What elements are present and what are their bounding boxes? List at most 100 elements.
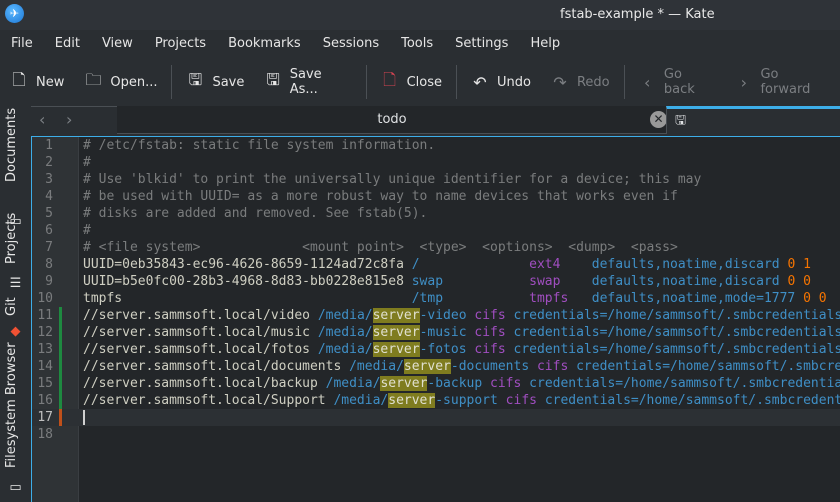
line-text: # be used with UUID= as a more robust wa… bbox=[83, 188, 678, 205]
search-highlight: server bbox=[380, 376, 428, 391]
go-forward-button[interactable]: › Go forward bbox=[725, 62, 840, 102]
code-token: /media/ bbox=[325, 376, 381, 391]
line-text: # <file system> <mount point> <type> <op… bbox=[83, 239, 678, 256]
line-text: # disks are added and removed. See fstab… bbox=[83, 205, 427, 222]
menu-view[interactable]: View bbox=[91, 33, 144, 55]
line-number: 6 bbox=[45, 223, 53, 238]
close-document-icon: 🗋 bbox=[383, 69, 397, 89]
toolbar: 🗋 New 🗀 Open... 🖫 Save 🖫 Save As... 🗋 Close ↶… bbox=[0, 62, 840, 102]
code-line[interactable]: 1 # /etc/fstab: static file system inform… bbox=[32, 137, 840, 154]
close-icon[interactable]: ✕ bbox=[650, 111, 667, 128]
menu-edit[interactable]: Edit bbox=[44, 33, 91, 55]
undo-button[interactable]: ↶ Undo bbox=[461, 62, 541, 102]
undo-icon: ↶ bbox=[473, 72, 487, 92]
title-bar: ✈ fstab-example * — Kate bbox=[0, 0, 840, 30]
code-token: /media/ bbox=[333, 393, 389, 408]
code-token: defaults,noatime,discard bbox=[591, 257, 788, 272]
code-line[interactable]: 14 //server.sammsoft.local/documents /med… bbox=[32, 358, 840, 375]
menu-settings[interactable]: Settings bbox=[444, 33, 519, 55]
save-as-button[interactable]: 🖫 Save As... bbox=[254, 62, 361, 102]
save-icon: 🖫 bbox=[188, 69, 203, 89]
menu-help[interactable]: Help bbox=[519, 33, 571, 55]
code-token: //server.sammsoft.local/music bbox=[83, 325, 318, 340]
code-line[interactable]: 6 # bbox=[32, 222, 840, 239]
line-number: 15 bbox=[37, 376, 53, 391]
new-label: New bbox=[36, 74, 65, 90]
separator bbox=[171, 65, 173, 99]
code-line[interactable]: 13 //server.sammsoft.local/fotos /media/s… bbox=[32, 341, 840, 358]
code-line[interactable]: 2 # bbox=[32, 154, 840, 171]
code-line[interactable]: 9 UUID=b5e0fc00-28b3-4968-8d83-bb0228e815… bbox=[32, 273, 840, 290]
code-line[interactable]: 5 # disks are added and removed. See fsta… bbox=[32, 205, 840, 222]
code-line[interactable]: 16 //server.sammsoft.local/Support /media… bbox=[32, 392, 840, 409]
editor[interactable]: 1 # /etc/fstab: static file system inform… bbox=[31, 136, 840, 502]
code-token: -documents bbox=[450, 359, 537, 374]
menu-bookmarks[interactable]: Bookmarks bbox=[217, 33, 312, 55]
code-token: # bbox=[83, 223, 91, 238]
new-button[interactable]: 🗋 New bbox=[0, 62, 74, 102]
code-token: UUID=b5e0fc00-28b3-4968-8d83-bb0228e815e… bbox=[83, 274, 412, 289]
line-text: tmpfs /tmp tmpfs defaults,noatime,mode=1… bbox=[83, 290, 827, 307]
chevron-left-icon[interactable]: ‹ bbox=[39, 110, 45, 129]
go-back-button[interactable]: ‹ Go back bbox=[629, 62, 726, 102]
code-token: //server.sammsoft.local/backup bbox=[83, 376, 326, 391]
code-line[interactable]: 15 //server.sammsoft.local/backup /media/… bbox=[32, 375, 840, 392]
code-token: cifs bbox=[474, 342, 514, 357]
line-text: # Use 'blkid' to print the universally u… bbox=[83, 171, 701, 188]
code-token: credentials=/home/sammsoft/.smbcre bbox=[576, 359, 840, 374]
code-token: -video bbox=[419, 308, 475, 323]
sidebar-item-git[interactable]: Git bbox=[4, 297, 19, 316]
menu-tools[interactable]: Tools bbox=[390, 33, 444, 55]
redo-label: Redo bbox=[576, 74, 610, 90]
line-number: 12 bbox=[37, 325, 53, 340]
folder-icon: ▭ bbox=[9, 480, 22, 495]
code-token: /media/ bbox=[317, 342, 373, 357]
code-line[interactable]: 11 //server.sammsoft.local/video /media/s… bbox=[32, 307, 840, 324]
menu-projects[interactable]: Projects bbox=[144, 33, 217, 55]
code-line[interactable]: 17 bbox=[32, 409, 840, 426]
menu-bar: File Edit View Projects Bookmarks Sessio… bbox=[0, 33, 571, 55]
code-token: credentials=/home/sammsoft/.smbcredentia bbox=[529, 376, 840, 391]
code-token: //server.sammsoft.local/fotos bbox=[83, 342, 318, 357]
code-token: tmpfs bbox=[529, 291, 592, 306]
save-button[interactable]: 🖫 Save bbox=[176, 62, 254, 102]
code-token: defaults,noatime,mode=1777 bbox=[591, 291, 804, 306]
line-number: 13 bbox=[37, 342, 53, 357]
change-marker bbox=[59, 358, 62, 375]
code-token: UUID=0eb35843-ec96-4626-8659-1124ad72c8f… bbox=[83, 257, 412, 272]
code-token: credentials=/home/sammsoft/.smbcredentia… bbox=[513, 342, 840, 357]
line-text: //server.sammsoft.local/fotos /media/ser… bbox=[83, 341, 840, 358]
sidebar-item-filesystem-browser[interactable]: Filesystem Browser bbox=[4, 342, 19, 468]
tab-fstab-example[interactable]: 🖫 bbox=[666, 106, 840, 134]
code-token: cifs bbox=[474, 325, 514, 340]
close-button[interactable]: 🗋 Close bbox=[371, 62, 452, 102]
menu-sessions[interactable]: Sessions bbox=[312, 33, 390, 55]
code-line[interactable]: 18 bbox=[32, 426, 840, 443]
separator bbox=[365, 65, 367, 99]
tab-todo[interactable]: todo ✕ bbox=[117, 106, 667, 134]
line-number: 7 bbox=[45, 240, 53, 255]
code-line[interactable]: 12 //server.sammsoft.local/music /media/s… bbox=[32, 324, 840, 341]
sidebar-item-projects[interactable]: Projects bbox=[4, 213, 19, 264]
menu-file[interactable]: File bbox=[0, 33, 44, 55]
code-area[interactable]: 1 # /etc/fstab: static file system inform… bbox=[32, 137, 840, 443]
code-token: //server.sammsoft.local/Support bbox=[83, 393, 334, 408]
open-label: Open... bbox=[110, 74, 158, 90]
line-number: 16 bbox=[37, 393, 53, 408]
open-button[interactable]: 🗀 Open... bbox=[74, 62, 167, 102]
save-label: Save bbox=[212, 74, 245, 90]
code-line[interactable]: 8 UUID=0eb35843-ec96-4626-8659-1124ad72c8… bbox=[32, 256, 840, 273]
redo-button[interactable]: ↷ Redo bbox=[541, 62, 620, 102]
chevron-right-icon[interactable]: › bbox=[66, 110, 72, 129]
code-line[interactable]: 7 # <file system> <mount point> <type> <o… bbox=[32, 239, 840, 256]
sidebar-item-documents[interactable]: Documents bbox=[4, 108, 19, 182]
line-number: 8 bbox=[45, 257, 53, 272]
text-cursor bbox=[83, 410, 85, 425]
code-token: swap bbox=[411, 274, 530, 289]
code-line[interactable]: 10 tmpfs /tmp tmpfs defaults,noatime,mode… bbox=[32, 290, 840, 307]
code-token: credentials=/home/sammsoft/.smbcredentia… bbox=[513, 325, 840, 340]
save-as-label: Save As... bbox=[289, 67, 322, 97]
code-token: 0 0 bbox=[803, 291, 827, 306]
code-line[interactable]: 4 # be used with UUID= as a more robust w… bbox=[32, 188, 840, 205]
code-line[interactable]: 3 # Use 'blkid' to print the universally … bbox=[32, 171, 840, 188]
